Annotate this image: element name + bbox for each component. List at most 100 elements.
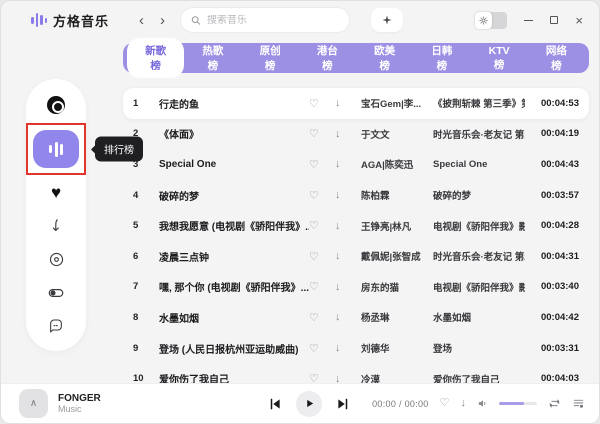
minimize-button[interactable]: [524, 20, 533, 21]
play-button[interactable]: [296, 391, 322, 417]
song-row[interactable]: 2 《体面》 ♡ ↓ 于文文 时光音乐会·老友记 第1期 00:04:19: [123, 119, 589, 150]
volume-slider[interactable]: [499, 402, 537, 405]
close-button[interactable]: ×: [575, 14, 583, 27]
like-button[interactable]: ♡: [440, 398, 450, 409]
chart-tab[interactable]: 网络榜: [528, 43, 585, 73]
sidebar-item-chat[interactable]: [48, 318, 64, 334]
repeat-icon[interactable]: [548, 397, 561, 410]
song-duration: 00:04:42: [525, 312, 579, 323]
chart-tab[interactable]: KTV榜: [471, 43, 528, 73]
song-row[interactable]: 3 Special One ♡ ↓ AGA|陈奕迅 Special One 00…: [123, 149, 589, 180]
sidebar-item-downloads[interactable]: [48, 217, 65, 234]
song-artist: 戴佩妮|张智成: [361, 249, 433, 263]
song-download-icon[interactable]: ↓: [335, 158, 361, 170]
song-artist: 杨丞琳: [361, 310, 433, 324]
sidebar-item-radio[interactable]: [48, 251, 65, 268]
song-duration: 00:04:28: [525, 220, 579, 231]
song-like-icon[interactable]: ♡: [309, 280, 335, 293]
chart-tab[interactable]: 欧美榜: [356, 43, 413, 73]
song-download-icon[interactable]: ↓: [335, 189, 361, 201]
tab-label: 日韩榜: [413, 38, 470, 78]
tab-label: 网络榜: [528, 38, 585, 78]
chart-tab[interactable]: 新歌榜: [127, 43, 184, 73]
song-like-icon[interactable]: ♡: [309, 219, 335, 232]
sidebar-item-favorites[interactable]: ♥: [51, 184, 61, 201]
song-artist: 于文文: [361, 127, 433, 141]
song-like-icon[interactable]: ♡: [309, 311, 335, 324]
tab-label: KTV榜: [471, 40, 528, 77]
download-song-button[interactable]: ↓: [461, 398, 467, 409]
sidebar-item-ranking[interactable]: 排行榜: [33, 130, 79, 168]
song-duration: 00:04:31: [525, 251, 579, 262]
song-row[interactable]: 6 凌晨三点钟 ♡ ↓ 戴佩妮|张智成 时光音乐会·老友记 第2期 00:04:…: [123, 241, 589, 272]
search-input[interactable]: [207, 15, 339, 26]
favorites-heart-icon: ♥: [51, 184, 61, 201]
song-list: 1 行走的鱼 ♡ ↓ 宝石Gem|李... 《披荆斩棘 第三季》第4期 00:0…: [123, 88, 589, 394]
chart-tab[interactable]: 热歌榜: [184, 43, 241, 73]
minimize-icon: [524, 20, 533, 21]
next-track-button[interactable]: [336, 397, 350, 411]
ranking-chart-icon: [33, 130, 79, 168]
song-like-icon[interactable]: ♡: [309, 189, 335, 202]
song-album: 水墨如烟: [433, 310, 525, 324]
logo-soundbars-icon: [31, 12, 47, 28]
sparkle-button[interactable]: [371, 8, 403, 32]
song-album: 破碎的梦: [433, 188, 525, 202]
chart-tab[interactable]: 港台榜: [299, 43, 356, 73]
song-like-icon[interactable]: ♡: [309, 250, 335, 263]
player-left: ∧ FONGER Music: [19, 389, 101, 418]
song-title: Special One: [159, 159, 309, 170]
song-duration: 00:03:57: [525, 190, 579, 201]
playlist-icon[interactable]: [572, 397, 585, 410]
song-row[interactable]: 9 登场 (人民日报杭州亚运助威曲) ♡ ↓ 刘德华 登场 00:03:31: [123, 333, 589, 364]
chart-tab[interactable]: 原创榜: [242, 43, 299, 73]
search-box[interactable]: [181, 8, 349, 32]
maximize-button[interactable]: [550, 16, 558, 24]
song-row[interactable]: 4 破碎的梦 ♡ ↓ 陈柏霖 破碎的梦 00:03:57: [123, 180, 589, 211]
sun-icon: [479, 16, 488, 25]
theme-toggle[interactable]: [475, 12, 507, 29]
song-download-icon[interactable]: ↓: [335, 281, 361, 293]
song-duration: 00:04:19: [525, 128, 579, 139]
song-duration: 00:04:43: [525, 159, 579, 170]
sidebar-nav: 排行榜 ♥: [26, 79, 86, 351]
song-download-icon[interactable]: ↓: [335, 128, 361, 140]
song-download-icon[interactable]: ↓: [335, 97, 361, 109]
player-right: 00:00 / 00:00 ♡ ↓: [372, 397, 585, 410]
sidebar-item-visibility[interactable]: [47, 284, 65, 302]
song-like-icon[interactable]: ♡: [309, 127, 335, 140]
song-title: 凌晨三点钟: [159, 249, 309, 264]
brand-block: FONGER Music: [58, 393, 101, 414]
brand-subtitle: Music: [58, 404, 101, 414]
song-row[interactable]: 1 行走的鱼 ♡ ↓ 宝石Gem|李... 《披荆斩棘 第三季》第4期 00:0…: [123, 88, 589, 119]
record-icon: [47, 96, 65, 114]
tab-label: 欧美榜: [356, 38, 413, 78]
previous-track-button[interactable]: [268, 397, 282, 411]
song-like-icon[interactable]: ♡: [309, 97, 335, 110]
chat-icon: [48, 318, 64, 334]
song-index: 3: [133, 159, 159, 170]
song-artist: 陈柏霖: [361, 188, 433, 202]
app-logo: 方格音乐: [31, 11, 109, 30]
current-time: 00:00: [372, 399, 396, 409]
chart-tab[interactable]: 日韩榜: [413, 43, 470, 73]
song-download-icon[interactable]: ↓: [335, 220, 361, 232]
song-download-icon[interactable]: ↓: [335, 311, 361, 323]
total-time: 00:00: [405, 399, 429, 409]
back-button[interactable]: ‹: [139, 13, 144, 28]
song-row[interactable]: 5 我想我愿意 (电视剧《骄阳伴我》... ♡ ↓ 王铮亮|林凡 电视剧《骄阳伴…: [123, 210, 589, 241]
song-index: 8: [133, 312, 159, 323]
album-cover-expand[interactable]: ∧: [19, 389, 48, 418]
volume-icon[interactable]: [477, 398, 488, 409]
chart-tabs: 新歌榜 热歌榜 原创榜 港台榜 欧美榜 日韩榜 KTV榜 网络榜: [123, 43, 589, 73]
song-like-icon[interactable]: ♡: [309, 342, 335, 355]
sidebar-item-discover[interactable]: [47, 96, 65, 114]
song-download-icon[interactable]: ↓: [335, 342, 361, 354]
song-index: 1: [133, 98, 159, 109]
transport-controls: [268, 391, 350, 417]
song-row[interactable]: 8 水墨如烟 ♡ ↓ 杨丞琳 水墨如烟 00:04:42: [123, 302, 589, 333]
song-row[interactable]: 7 嘿, 那个你 (电视剧《骄阳伴我》... ♡ ↓ 房东的猫 电视剧《骄阳伴我…: [123, 272, 589, 303]
forward-button[interactable]: ›: [160, 13, 165, 28]
song-like-icon[interactable]: ♡: [309, 158, 335, 171]
song-download-icon[interactable]: ↓: [335, 250, 361, 262]
